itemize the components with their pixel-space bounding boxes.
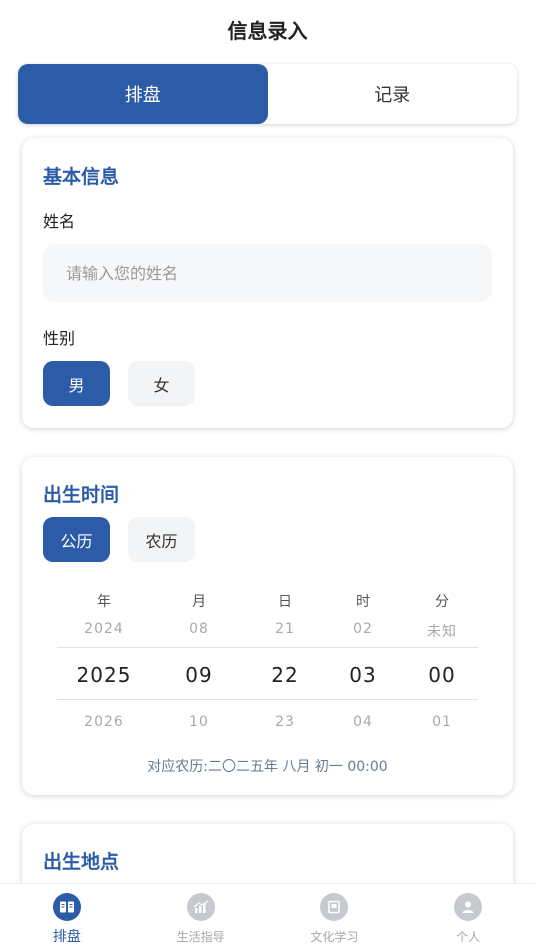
book-icon: [52, 893, 81, 921]
picker-head-month: 月: [192, 594, 206, 610]
name-label: 姓名: [43, 212, 76, 231]
app-root: 信息录入 排盘 记录 基本信息 姓名 性别 男 女 出生时间 公历 农历 年 2…: [0, 0, 535, 951]
birth-place-title: 出生地点: [43, 851, 120, 873]
picker-column-year[interactable]: 年 2024 2025 2026: [59, 587, 149, 732]
picker-day-next[interactable]: 23: [240, 714, 330, 730]
gender-label: 性别: [43, 329, 76, 348]
tab-paipan[interactable]: 排盘: [18, 64, 268, 124]
gender-female-button[interactable]: 女: [128, 361, 195, 406]
picker-year-next[interactable]: 2026: [59, 714, 149, 730]
tabbar-item-life-guide[interactable]: 生活指导: [134, 884, 268, 951]
picker-column-minute[interactable]: 分 未知 00 01: [397, 587, 487, 732]
bottom-tab-bar: 排盘 生活指导 文化学习 个人: [0, 883, 535, 951]
tabbar-label-paipan: 排盘: [52, 929, 81, 945]
lunar-date-note: 对应农历:二〇二五年 八月 初一 00:00: [147, 759, 388, 775]
tabbar-label-life-guide: 生活指导: [176, 930, 225, 944]
picker-hour-prev[interactable]: 02: [318, 621, 408, 637]
picker-hour-next[interactable]: 04: [318, 714, 408, 730]
birth-time-title: 出生时间: [43, 484, 120, 506]
page-title: 信息录入: [227, 18, 308, 43]
datetime-picker[interactable]: 年 2024 2025 2026 月 08 09 10 日 21 22 23 时…: [57, 587, 478, 732]
scroll-icon: [320, 893, 349, 921]
picker-minute-selected[interactable]: 00: [397, 663, 487, 687]
top-segment-control: 排盘 记录: [18, 64, 517, 124]
birth-time-card: 出生时间 公历 农历 年 2024 2025 2026 月 08 09 10 日…: [22, 457, 513, 795]
picker-column-hour[interactable]: 时 02 03 04: [318, 587, 408, 732]
name-input[interactable]: [43, 244, 492, 302]
basic-info-title: 基本信息: [43, 166, 120, 188]
picker-minute-prev[interactable]: 未知: [397, 621, 487, 641]
picker-head-minute: 分: [435, 594, 449, 610]
picker-month-prev[interactable]: 08: [154, 621, 244, 637]
picker-hour-selected[interactable]: 03: [318, 663, 408, 687]
calendar-lunar-button[interactable]: 农历: [128, 517, 195, 562]
tabbar-item-paipan[interactable]: 排盘: [0, 884, 134, 951]
chart-icon: [186, 893, 215, 921]
picker-month-next[interactable]: 10: [154, 714, 244, 730]
picker-head-day: 日: [278, 594, 292, 610]
tabbar-label-profile: 个人: [456, 930, 481, 944]
picker-day-selected[interactable]: 22: [240, 663, 330, 687]
picker-column-month[interactable]: 月 08 09 10: [154, 587, 244, 732]
tabbar-label-culture: 文化学习: [310, 930, 359, 944]
header: 信息录入: [0, 0, 535, 58]
basic-info-card: 基本信息 姓名 性别 男 女: [22, 138, 513, 428]
user-icon: [454, 893, 483, 921]
calendar-solar-button[interactable]: 公历: [43, 517, 110, 562]
picker-head-hour: 时: [356, 594, 370, 610]
picker-day-prev[interactable]: 21: [240, 621, 330, 637]
picker-month-selected[interactable]: 09: [154, 663, 244, 687]
picker-head-year: 年: [97, 594, 111, 610]
picker-year-prev[interactable]: 2024: [59, 621, 149, 637]
picker-column-day[interactable]: 日 21 22 23: [240, 587, 330, 732]
tabbar-item-profile[interactable]: 个人: [401, 884, 535, 951]
tab-records[interactable]: 记录: [268, 64, 518, 124]
gender-male-button[interactable]: 男: [43, 361, 110, 406]
tabbar-item-culture[interactable]: 文化学习: [268, 884, 402, 951]
picker-year-selected[interactable]: 2025: [59, 663, 149, 687]
picker-minute-next[interactable]: 01: [397, 714, 487, 730]
